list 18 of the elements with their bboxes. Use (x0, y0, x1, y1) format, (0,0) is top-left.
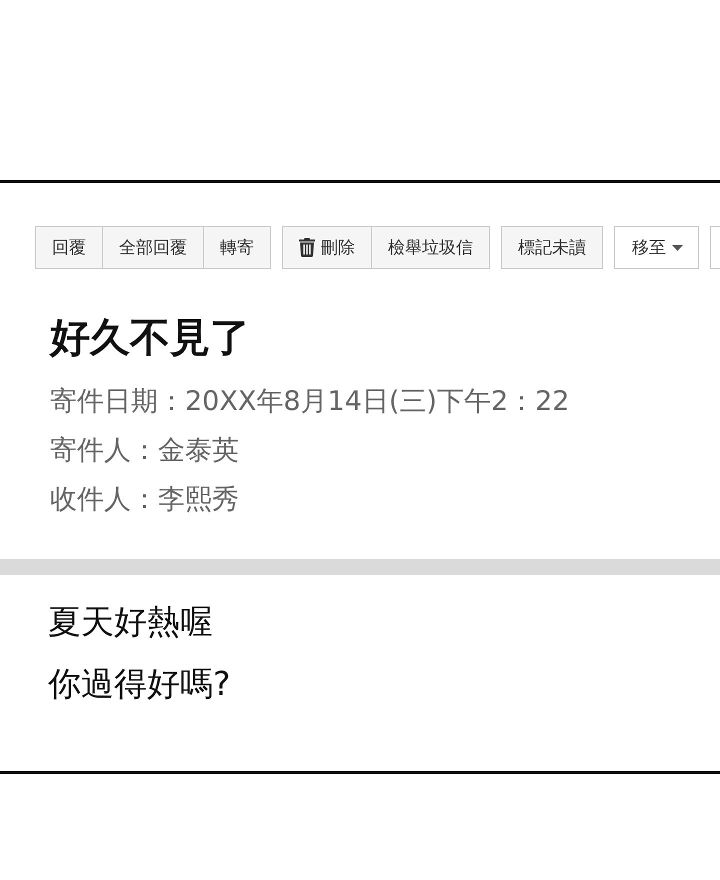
move-dropdown[interactable]: 移至 (614, 226, 699, 269)
button-label: 刪除 (321, 237, 355, 259)
body-text: 你過得好嗎? (48, 663, 232, 705)
caret-icon (672, 244, 683, 250)
toolbar-button[interactable]: 標記未讀 (501, 226, 603, 269)
button-label: 移至 (632, 237, 666, 259)
email-subject: 好久不見了 (50, 314, 251, 363)
email-meta: 寄件人：金泰英 (50, 434, 240, 468)
email-meta: 寄件日期：20XX年8月14日(三)下午2：22 (50, 385, 570, 419)
toolbar-button[interactable]: 全部回覆 (102, 226, 204, 269)
toolbar-button[interactable]: 檢舉垃圾信 (371, 226, 490, 269)
delete-button[interactable]: 刪除 (282, 226, 372, 269)
body-text: 夏天好熱喔 (48, 601, 214, 643)
toolbar-button[interactable]: 轉寄 (203, 226, 271, 269)
email-meta: 收件人：李熙秀 (50, 483, 240, 517)
toolbar-button[interactable]: 回覆 (35, 226, 103, 269)
trash-icon (299, 238, 315, 257)
toolbar-button[interactable] (710, 226, 720, 269)
